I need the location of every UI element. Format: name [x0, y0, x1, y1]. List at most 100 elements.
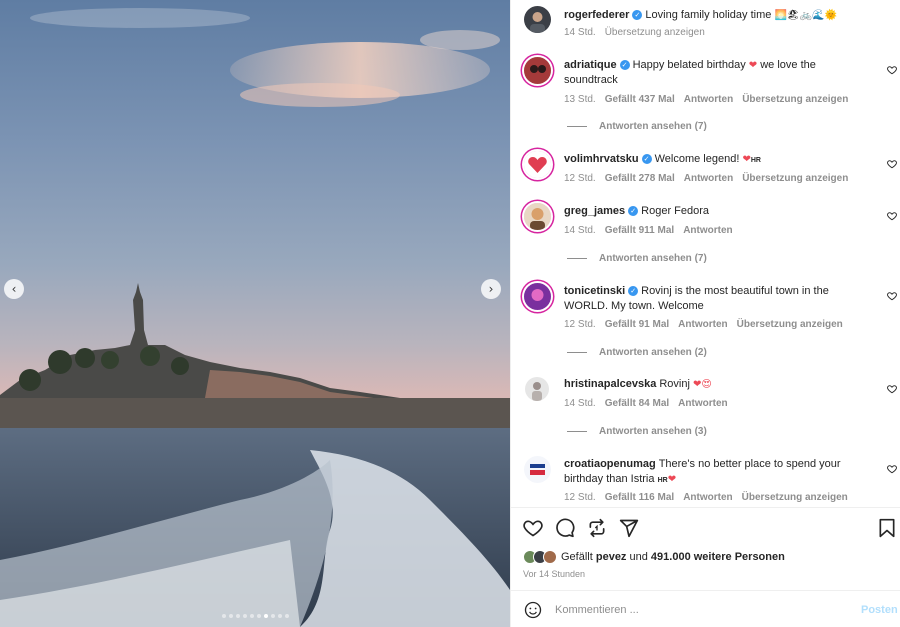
timestamp: 12 Std.	[564, 492, 596, 503]
timestamp: 13 Std.	[564, 94, 596, 105]
timestamp: 14 Std.	[564, 225, 596, 236]
comment-text: Welcome legend!	[654, 153, 740, 165]
view-replies-button[interactable]: Antworten ansehen (7)	[567, 121, 707, 132]
comments-panel: rogerfederer ✓ Loving family holiday time …	[510, 0, 900, 627]
verified-icon: ✓	[628, 286, 639, 297]
emoji: ❤	[748, 60, 758, 71]
comment-body: tonicetinski ✓ Rovinj is the most beautifu…	[564, 284, 864, 314]
caption-text: rogerfederer ✓ Loving family holiday time …	[564, 8, 864, 23]
heart-outline-icon[interactable]	[887, 65, 897, 75]
view-replies-button[interactable]: Antworten ansehen (7)	[567, 253, 707, 264]
flag-emoji: HR	[750, 157, 761, 164]
carousel-dot	[242, 614, 247, 618]
username[interactable]: hristinapalcevska	[564, 378, 656, 390]
avatar[interactable]	[524, 203, 551, 230]
reply-button[interactable]: Antworten	[684, 94, 733, 105]
view-replies-button[interactable]: Antworten ansehen (3)	[567, 426, 707, 437]
username[interactable]: rogerfederer	[564, 9, 629, 21]
timestamp: 12 Std.	[564, 319, 596, 330]
likes-summary: Gefällt pevez und 491.000 weitere Person…	[523, 550, 785, 564]
username[interactable]: greg_james	[564, 205, 625, 217]
comment-bubble-icon[interactable]	[555, 518, 575, 538]
heart-outline-icon[interactable]	[887, 384, 897, 394]
view-replies-button[interactable]: Antworten ansehen (2)	[567, 347, 707, 358]
username[interactable]: tonicetinski	[564, 285, 625, 297]
comment-meta: 12 Std. Gefällt 116 Mal Antworten Übersetzu…	[564, 492, 857, 503]
translate-link[interactable]: Übersetzung anzeigen	[742, 492, 848, 503]
avatar[interactable]	[524, 151, 551, 178]
heart-outline-icon[interactable]	[887, 159, 897, 169]
heart-outline-icon[interactable]	[887, 291, 897, 301]
carousel-dot	[270, 614, 275, 618]
bookmark-icon[interactable]	[877, 518, 897, 538]
liker-username[interactable]: pevez	[596, 551, 627, 563]
carousel-dot	[228, 614, 233, 618]
comment-text: Happy belated birthday	[632, 59, 746, 71]
likes-prefix: Gefällt	[561, 551, 593, 563]
like-count[interactable]: Gefällt 91 Mal	[605, 319, 669, 330]
translate-link[interactable]: Übersetzung anzeigen	[742, 94, 848, 105]
post-timestamp[interactable]: Vor 14 Stunden	[523, 569, 585, 579]
reply-button[interactable]: Antworten	[684, 173, 733, 184]
likes-text: Gefällt pevez und 491.000 weitere Person…	[561, 551, 785, 563]
likes-count[interactable]: 491.000 weitere Personen	[651, 551, 785, 563]
comment-body: adriatique ✓ Happy belated birthday ❤ we l…	[564, 58, 864, 88]
repost-icon[interactable]	[587, 518, 607, 538]
timestamp: 14 Std.	[564, 398, 596, 409]
comment-text: Roger Fedora	[641, 205, 710, 217]
comment-input[interactable]	[555, 600, 845, 620]
username[interactable]: adriatique	[564, 59, 617, 71]
username[interactable]: croatiaopenumag	[564, 458, 656, 470]
view-replies-label: Antworten ansehen (7)	[599, 253, 707, 264]
post-button[interactable]: Posten	[861, 604, 898, 616]
like-count[interactable]: Gefällt 116 Mal	[605, 492, 674, 503]
reply-button[interactable]: Antworten	[683, 225, 732, 236]
like-count[interactable]: Gefällt 278 Mal	[605, 173, 675, 184]
carousel-dot	[249, 614, 254, 618]
translate-link[interactable]: Übersetzung anzeigen	[742, 173, 848, 184]
share-paper-plane-icon[interactable]	[619, 518, 639, 538]
comment-body: hristinapalcevska Rovinj ❤😍	[564, 377, 864, 392]
likes-connector: und	[629, 551, 648, 563]
carousel-dot	[256, 614, 261, 618]
emoji: ❤	[742, 154, 751, 165]
like-heart-icon[interactable]	[523, 518, 543, 538]
translate-link[interactable]: Übersetzung anzeigen	[605, 27, 705, 38]
verified-icon: ✓	[619, 60, 630, 71]
avatar[interactable]	[524, 57, 551, 84]
comments-list[interactable]: rogerfederer ✓ Loving family holiday time …	[511, 0, 900, 507]
comment-meta: 13 Std. Gefällt 437 Mal Antworten Übersetzu…	[564, 94, 857, 105]
carousel-dot	[221, 614, 226, 618]
replies-divider	[567, 431, 587, 432]
next-image-button[interactable]: ›	[481, 279, 501, 299]
like-count[interactable]: Gefällt 437 Mal	[605, 94, 675, 105]
carousel-dot	[235, 614, 240, 618]
avatar[interactable]	[524, 456, 551, 483]
comment-meta: 14 Std. Gefällt 911 Mal Antworten	[564, 225, 742, 236]
heart-outline-icon[interactable]	[887, 211, 897, 221]
comment-text: Rovinj	[659, 378, 690, 390]
comment-text: Loving family holiday time	[645, 9, 772, 21]
emoji-smiley-icon[interactable]	[524, 601, 542, 619]
reply-button[interactable]: Antworten	[678, 319, 727, 330]
username[interactable]: volimhrvatsku	[564, 153, 639, 165]
like-count[interactable]: Gefällt 911 Mal	[605, 225, 674, 236]
previous-image-button[interactable]: ‹	[4, 279, 24, 299]
avatar[interactable]	[525, 377, 549, 401]
like-count[interactable]: Gefällt 84 Mal	[605, 398, 669, 409]
view-replies-label: Antworten ansehen (3)	[599, 426, 707, 437]
flag-emoji: HR	[657, 477, 668, 484]
comment-meta: 12 Std. Gefällt 278 Mal Antworten Übersetzu…	[564, 173, 857, 184]
post-photo[interactable]: ‹ ›	[0, 0, 510, 627]
reply-button[interactable]: Antworten	[683, 492, 732, 503]
action-buttons	[523, 518, 639, 538]
heart-outline-icon[interactable]	[887, 464, 897, 474]
carousel-dot	[263, 614, 268, 618]
avatar[interactable]	[524, 6, 551, 33]
reply-button[interactable]: Antworten	[678, 398, 727, 409]
replies-divider	[567, 352, 587, 353]
avatar[interactable]	[524, 283, 551, 310]
comment-body: greg_james ✓ Roger Fedora	[564, 204, 864, 219]
comment-composer: Posten	[511, 590, 900, 627]
translate-link[interactable]: Übersetzung anzeigen	[737, 319, 843, 330]
